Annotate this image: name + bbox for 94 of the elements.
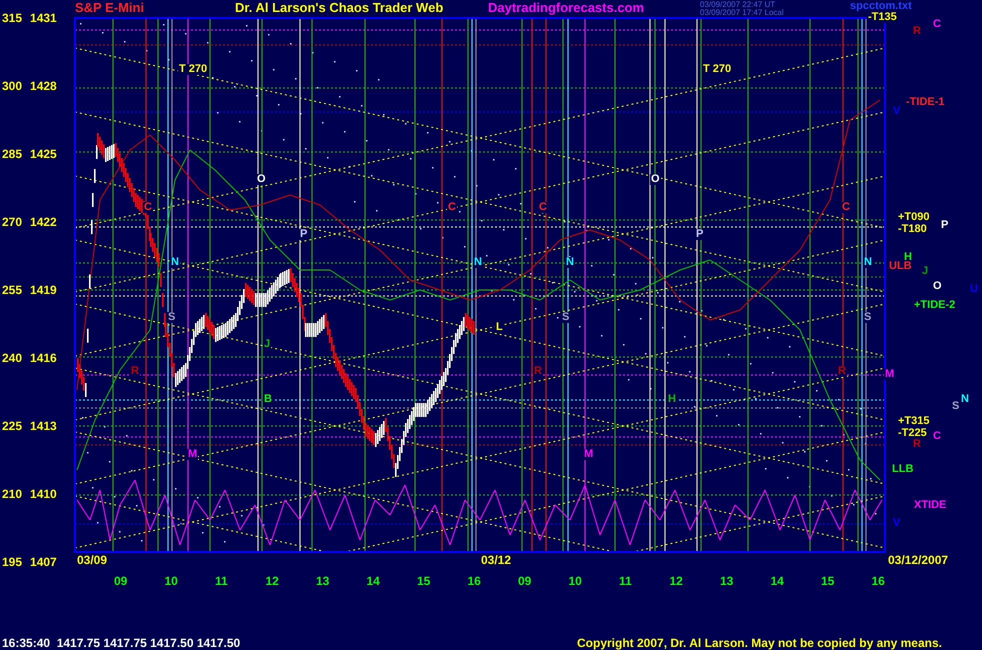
angle-tick-label: 210 [2, 488, 22, 500]
chart-annotation: S [561, 312, 570, 323]
price-tick-label: 1419 [30, 284, 57, 296]
chart-annotation: C [143, 202, 153, 213]
chart-annotation: P [695, 229, 704, 240]
angle-tick-label: 270 [2, 216, 22, 228]
hour-tick-label: 15 [821, 575, 834, 587]
chart-annotation: LLB [891, 464, 914, 475]
hour-tick-label: 09 [518, 575, 532, 587]
angle-tick-label: 315 [2, 12, 22, 24]
chart-annotation: N [863, 257, 873, 268]
chart-annotation: V [892, 518, 902, 529]
file-name: spcctom.txt [850, 1, 912, 12]
website-link[interactable]: Daytradingforecasts.com [488, 1, 700, 14]
price-tick-label: 1416 [30, 352, 57, 364]
chart-annotation: -TIDE-1 [905, 97, 946, 108]
hour-tick-label: 12 [266, 575, 279, 587]
chart-annotation: N [170, 257, 180, 268]
hour-tick-label: 09 [114, 575, 128, 587]
angle-tick-label: 240 [2, 352, 22, 364]
chart-annotation: T 270 [702, 64, 732, 75]
chart-annotation: M [187, 449, 198, 460]
chart-annotation: L [495, 322, 504, 333]
chart-annotation: C [447, 202, 457, 213]
chart-annotation: S [167, 312, 176, 323]
chart-annotation: +T090 [897, 212, 930, 223]
hour-tick-label: 10 [164, 575, 178, 587]
hour-tick-label: 15 [417, 575, 430, 587]
chart-annotation: -T225 [897, 428, 928, 439]
instrument-title: S&P E-Mini [75, 1, 146, 14]
hour-tick-label: 14 [366, 575, 380, 587]
chart-annotation: R [533, 366, 543, 377]
price-tick-label: 1407 [30, 556, 57, 568]
hour-tick-label: 13 [316, 575, 330, 587]
date-label: 03/09 [77, 554, 108, 566]
page-title: Dr. Al Larson's Chaos Trader Web [235, 1, 444, 14]
chart-annotation: H [667, 394, 677, 405]
chart-annotation: +TIDE-2 [913, 300, 956, 311]
price-tick-label: 1410 [30, 488, 57, 500]
chart-annotation: -T135 [867, 12, 898, 23]
chart-annotation: C [841, 202, 851, 213]
chart-annotation: XTIDE [913, 500, 948, 511]
chart-annotation: -T180 [897, 224, 928, 235]
price-tick-label: 1431 [30, 12, 57, 24]
chart-annotation: O [932, 281, 943, 292]
chart-annotation: C [538, 202, 548, 213]
hour-tick-label: 10 [568, 575, 582, 587]
chart-annotation: B [263, 394, 273, 405]
chart-annotation: M [884, 369, 896, 380]
angle-tick-label: 225 [2, 420, 22, 432]
date-label: 03/12/2007 [888, 554, 948, 566]
chart-annotation: N [960, 394, 970, 405]
chart-annotation: C [932, 431, 942, 442]
angle-tick-label: 195 [2, 556, 22, 568]
price-tick-label: 1413 [30, 420, 57, 432]
hour-tick-label: 16 [872, 575, 885, 587]
angle-tick-label: 285 [2, 148, 22, 160]
chart-annotation: M [583, 449, 594, 460]
chart-annotation: R [912, 439, 922, 450]
chart-annotation: +T315 [897, 416, 930, 427]
chart-annotation: V [892, 106, 902, 117]
chart-annotation: T 270 [178, 64, 208, 75]
hour-tick-label: 13 [720, 575, 734, 587]
angle-tick-label: 300 [2, 80, 22, 92]
date-label: 03/12 [481, 554, 512, 566]
chart-annotation: O [650, 174, 661, 185]
chart-annotation: R [837, 366, 847, 377]
quote-status: 16:35:40 1417.75 1417.75 1417.50 1417.50 [2, 637, 240, 650]
chart-annotation: C [932, 19, 942, 30]
hour-tick-label: 12 [670, 575, 683, 587]
price-tick-label: 1425 [30, 148, 57, 160]
chart-annotation: N [565, 257, 575, 268]
copyright-notice: Copyright 2007, Dr. Al Larson. May not be copied by any means. [577, 637, 942, 650]
chart-annotation: U [969, 284, 979, 295]
price-tick-label: 1428 [30, 80, 57, 92]
angle-tick-label: 255 [2, 284, 22, 296]
price-tick-label: 1422 [30, 216, 57, 228]
chart-annotation: N [473, 257, 483, 268]
chart-annotation: ULB [888, 261, 913, 272]
chart-annotation: J [921, 266, 930, 277]
chart-annotation: O [256, 174, 267, 185]
hour-tick-label: 11 [215, 575, 228, 587]
hour-tick-label: 11 [619, 575, 632, 587]
chart-annotation: P [940, 220, 950, 231]
chart-annotation: R [912, 26, 922, 37]
chart-annotation: S [951, 401, 960, 412]
hour-tick-label: 14 [770, 575, 784, 587]
timestamp: 03/09/2007 17:47 Local [700, 9, 785, 17]
chart-annotation: S [863, 312, 872, 323]
hour-tick-label: 16 [468, 575, 481, 587]
chart-annotation: J [263, 339, 272, 350]
chart-annotation: R [130, 366, 140, 377]
chart-annotation: P [299, 229, 308, 240]
timestamp: 03/09/2007 22:47 UT [700, 1, 776, 9]
